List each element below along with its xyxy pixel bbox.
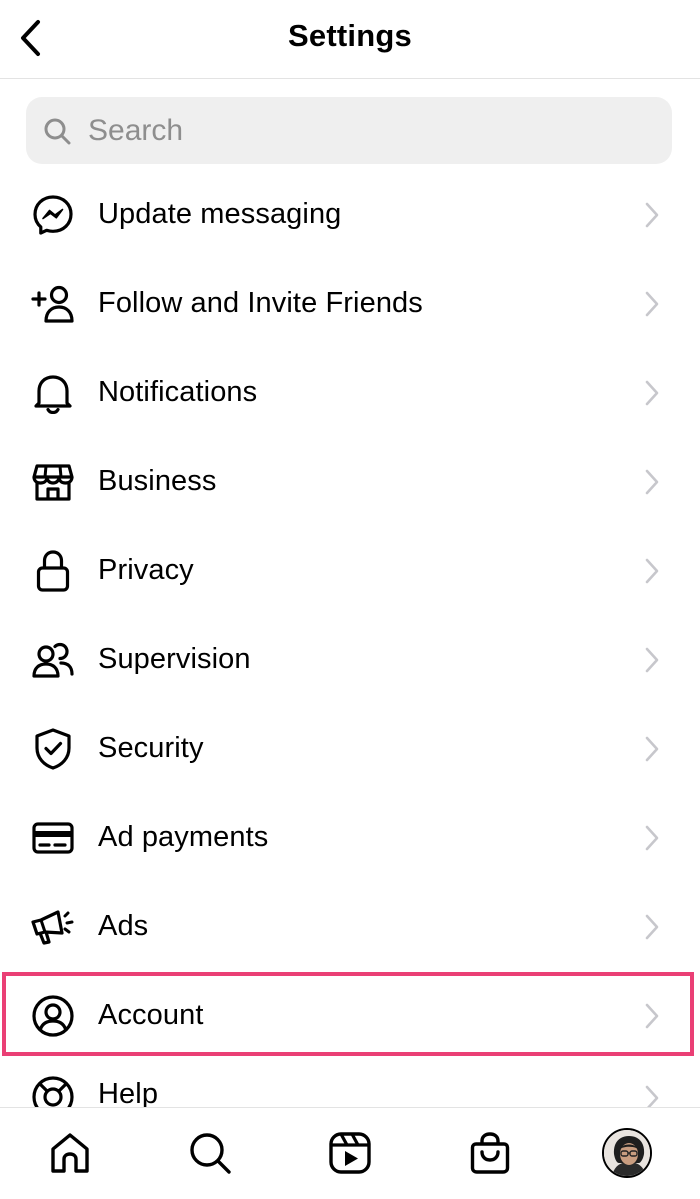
chevron-right-icon — [640, 379, 664, 407]
reels-icon — [328, 1131, 372, 1175]
settings-menu: Update messaging Follow and Invite Frien… — [0, 170, 700, 1120]
nav-reels-button[interactable] — [325, 1128, 375, 1178]
menu-item-label: Account — [98, 999, 204, 1031]
menu-item-label: Notifications — [98, 376, 258, 408]
shopping-bag-icon — [469, 1131, 511, 1175]
chevron-right-icon — [640, 913, 664, 941]
menu-item-supervision[interactable]: Supervision — [0, 615, 700, 704]
user-circle-icon — [30, 993, 76, 1039]
bottom-nav — [0, 1107, 700, 1199]
nav-home-button[interactable] — [45, 1128, 95, 1178]
nav-profile-button[interactable] — [602, 1128, 652, 1178]
people-icon — [30, 637, 76, 683]
menu-item-label: Business — [98, 465, 217, 497]
menu-item-label: Ads — [98, 910, 149, 942]
avatar — [602, 1128, 652, 1178]
menu-item-follow-invite[interactable]: Follow and Invite Friends — [0, 259, 700, 348]
page-title: Settings — [288, 18, 412, 53]
menu-item-business[interactable]: Business — [0, 437, 700, 526]
chevron-right-icon — [640, 468, 664, 496]
menu-item-label: Update messaging — [98, 198, 342, 230]
chevron-right-icon — [640, 824, 664, 852]
menu-item-label: Follow and Invite Friends — [98, 287, 423, 319]
search-icon — [42, 116, 72, 146]
chevron-right-icon — [640, 557, 664, 585]
messenger-icon — [30, 192, 76, 238]
chevron-right-icon — [640, 646, 664, 674]
settings-screen: Settings Update messaging Follow and Inv… — [0, 0, 700, 1199]
search-bar[interactable] — [26, 97, 672, 164]
menu-item-update-messaging[interactable]: Update messaging — [0, 170, 700, 259]
bell-icon — [30, 370, 76, 416]
menu-item-notifications[interactable]: Notifications — [0, 348, 700, 437]
header: Settings — [0, 0, 700, 79]
chevron-right-icon — [640, 1002, 664, 1030]
search-icon — [188, 1131, 232, 1175]
credit-card-icon — [30, 815, 76, 861]
search-input[interactable] — [86, 112, 650, 149]
menu-item-label: Supervision — [98, 643, 251, 675]
home-icon — [48, 1131, 92, 1175]
storefront-icon — [30, 459, 76, 505]
nav-shop-button[interactable] — [465, 1128, 515, 1178]
menu-item-security[interactable]: Security — [0, 704, 700, 793]
menu-item-ads[interactable]: Ads — [0, 882, 700, 971]
chevron-right-icon — [640, 290, 664, 318]
menu-item-label: Ad payments — [98, 821, 269, 853]
menu-item-privacy[interactable]: Privacy — [0, 526, 700, 615]
nav-search-button[interactable] — [185, 1128, 235, 1178]
chevron-right-icon — [640, 735, 664, 763]
menu-item-label: Security — [98, 732, 204, 764]
menu-item-ad-payments[interactable]: Ad payments — [0, 793, 700, 882]
menu-item-account[interactable]: Account — [0, 971, 700, 1060]
add-person-icon — [30, 281, 76, 327]
shield-check-icon — [30, 726, 76, 772]
chevron-right-icon — [640, 201, 664, 229]
menu-item-label: Privacy — [98, 554, 194, 586]
megaphone-icon — [30, 904, 76, 950]
lock-icon — [30, 548, 76, 594]
